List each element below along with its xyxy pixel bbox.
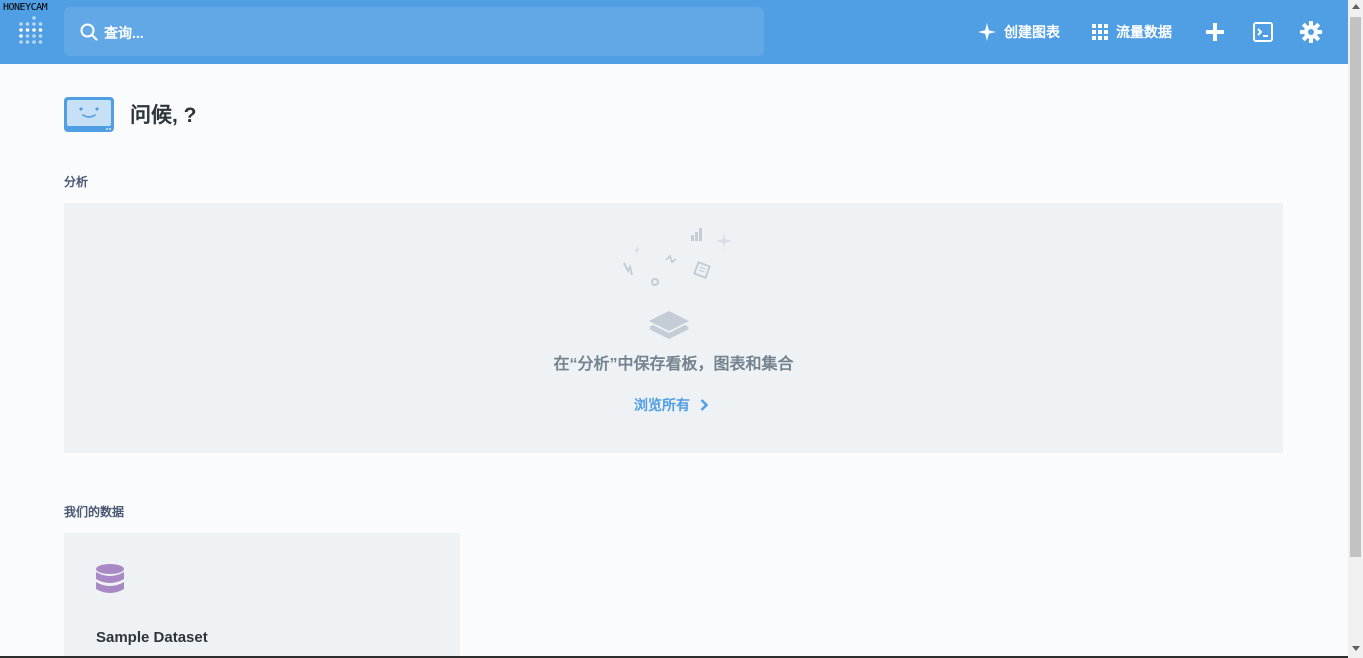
smiling-monitor-icon xyxy=(64,96,114,132)
browse-all-label: 浏览所有 xyxy=(634,397,690,413)
gear-icon[interactable] xyxy=(1299,20,1323,44)
scroll-up-arrow-icon[interactable] xyxy=(1352,4,1360,9)
scroll-down-arrow-icon[interactable] xyxy=(1352,646,1360,651)
database-card-sample-dataset[interactable]: Sample Dataset xyxy=(64,533,460,658)
chevron-right-icon xyxy=(700,399,708,411)
top-navigation-bar: 查询... 创建图表 流量数据 xyxy=(0,0,1348,64)
search-icon xyxy=(80,23,98,41)
greeting: 问候, ? xyxy=(64,96,197,132)
database-icon xyxy=(96,564,124,593)
browse-data-label: 流量数据 xyxy=(1116,24,1172,40)
analytics-empty-state: 在“分析”中保存看板，图表和集合 浏览所有 xyxy=(64,203,1283,453)
search-input[interactable]: 查询... xyxy=(104,23,144,43)
create-chart-label: 创建图表 xyxy=(1004,24,1060,40)
page-title: 问候, ? xyxy=(130,104,197,127)
scroll-thumb[interactable] xyxy=(1350,17,1361,557)
sql-editor-icon[interactable] xyxy=(1251,20,1275,44)
empty-state-message: 在“分析”中保存看板，图表和集合 xyxy=(553,356,794,373)
grid-icon xyxy=(1092,24,1108,40)
plus-icon[interactable] xyxy=(1203,20,1227,44)
our-data-section-label: 我们的数据 xyxy=(64,505,125,519)
sparkle-icon xyxy=(978,23,996,41)
browse-all-link[interactable]: 浏览所有 xyxy=(634,395,708,415)
create-chart-button[interactable]: 创建图表 xyxy=(978,20,1060,44)
browse-data-button[interactable]: 流量数据 xyxy=(1092,20,1172,44)
honeycam-watermark: HONEYCAM xyxy=(3,2,48,13)
vertical-scrollbar[interactable] xyxy=(1348,0,1363,658)
search-bar[interactable]: 查询... xyxy=(64,7,764,56)
empty-collection-illustration-icon xyxy=(623,228,732,339)
database-name: Sample Dataset xyxy=(96,629,208,646)
analytics-section-label: 分析 xyxy=(64,175,89,189)
metabase-logo-icon[interactable] xyxy=(18,16,46,48)
